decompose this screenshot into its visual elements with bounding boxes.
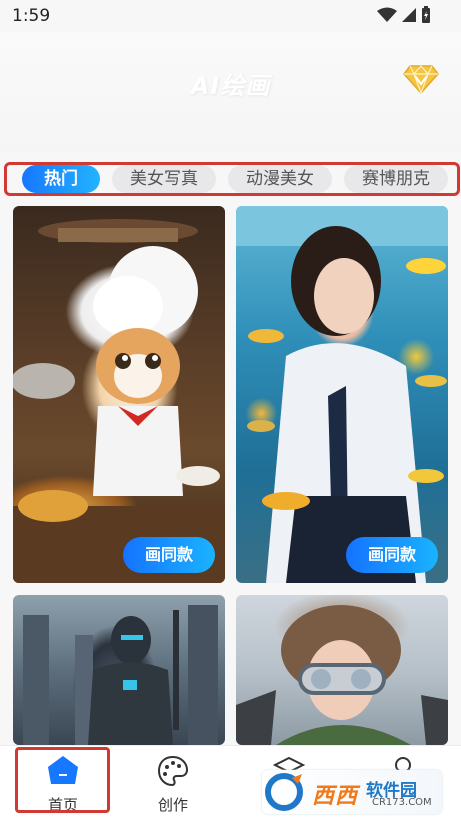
nav-create-label: 创作 [157, 796, 188, 814]
nav-create[interactable]: 创作 [128, 754, 218, 815]
category-tabs: 热门 美女写真 动漫美女 赛博朋克 [8, 162, 460, 196]
draw-same-button[interactable]: 画同款 [123, 537, 215, 573]
artwork-card[interactable]: 画同款 [13, 206, 225, 583]
nav-home-label: 首页 [47, 796, 78, 814]
goggles-girl-image [236, 605, 448, 745]
tab-beauty-portrait[interactable]: 美女写真 [112, 165, 216, 193]
page-title: AI绘画 [190, 72, 271, 100]
wifi-icon [377, 7, 397, 22]
artwork-card[interactable] [13, 595, 225, 745]
watermark-url: CR173.COM [372, 797, 432, 808]
tab-hot[interactable]: 热门 [22, 165, 100, 193]
chef-cat-image [13, 219, 225, 583]
tab-anime-beauty[interactable]: 动漫美女 [228, 165, 332, 193]
palette-icon [157, 755, 189, 787]
artwork-card[interactable] [236, 595, 448, 745]
watermark-name: 西西 [312, 784, 359, 809]
tab-cyberpunk[interactable]: 赛博朋克 [344, 165, 448, 193]
app-header: AI绘画 [0, 32, 461, 152]
nav-home[interactable]: 首页 [18, 754, 108, 815]
watermark-logo-icon [265, 773, 303, 811]
draw-same-button[interactable]: 画同款 [346, 537, 438, 573]
artwork-card[interactable]: 画同款 [236, 206, 448, 583]
status-bar: 1:59 [0, 0, 461, 32]
battery-icon [422, 6, 430, 23]
robot-warrior-image [23, 605, 218, 745]
status-icons [377, 6, 431, 24]
vip-diamond-icon[interactable] [403, 64, 439, 94]
underwater-girl-image [236, 206, 448, 583]
status-time: 1:59 [12, 6, 51, 26]
home-icon [48, 756, 78, 784]
signal-icon [402, 8, 416, 22]
app-screen: 1:59 AI绘画 热门 美女写真 动漫美女 赛博朋克 画同款 画同款 首页 创… [0, 0, 461, 820]
